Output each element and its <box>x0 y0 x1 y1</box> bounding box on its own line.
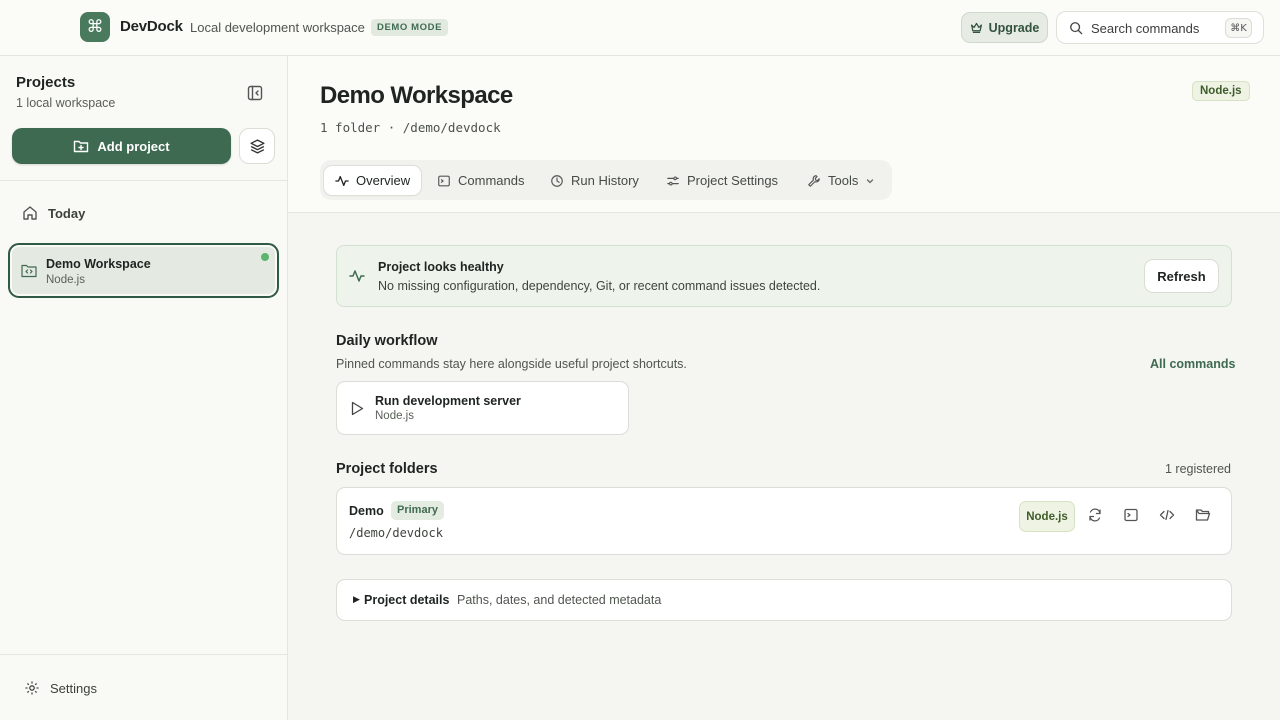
tab-run-history[interactable]: Run History <box>539 166 650 195</box>
top-bar: ⌘ DevDock Local development workspace DE… <box>0 0 1280 56</box>
sidebar-title: Projects <box>16 74 76 91</box>
upgrade-label: Upgrade <box>988 20 1040 35</box>
page-title: Demo Workspace <box>320 82 513 109</box>
wrench-icon <box>807 174 821 188</box>
demo-mode-badge: DEMO MODE <box>371 19 449 36</box>
sidebar-bottom-divider <box>0 654 287 655</box>
primary-badge: Primary <box>391 501 444 520</box>
add-project-label: Add project <box>97 138 170 154</box>
chevron-down-icon <box>865 176 875 186</box>
app-logo[interactable]: ⌘ <box>80 12 110 42</box>
project-folders-title: Project folders <box>336 461 438 477</box>
folder-path: /demo/devdock <box>349 526 443 540</box>
sliders-icon <box>666 174 680 188</box>
tab-commands[interactable]: Commands <box>426 166 535 195</box>
tab-label: Tools <box>828 173 859 188</box>
tab-bar: Overview Commands Run History Project Se… <box>320 160 892 200</box>
health-banner: Project looks healthy No missing configu… <box>336 245 1232 307</box>
clock-icon <box>550 174 564 188</box>
folder-name: Demo <box>349 504 384 518</box>
tab-label: Run History <box>571 173 639 188</box>
folders-count: 1 registered <box>1165 462 1232 476</box>
tab-label: Overview <box>356 173 411 188</box>
search-shortcut-hint: ⌘K <box>1225 18 1252 38</box>
sidebar-item-today[interactable]: Today <box>12 200 276 226</box>
tab-label: Commands <box>458 173 525 188</box>
health-message: No missing configuration, dependency, Gi… <box>378 279 821 293</box>
terminal-icon <box>437 174 451 188</box>
project-details-disclosure[interactable]: ▶ Project details Paths, dates, and dete… <box>336 579 1232 621</box>
details-subtitle: Paths, dates, and detected metadata <box>457 593 662 607</box>
search-icon <box>1069 21 1083 35</box>
terminal-icon[interactable] <box>1123 507 1141 525</box>
sync-icon[interactable] <box>1087 507 1105 525</box>
activity-icon <box>335 174 349 188</box>
sidebar-project-demo-workspace[interactable]: Demo Workspace Node.js <box>8 243 279 298</box>
triangle-right-icon: ▶ <box>353 594 360 604</box>
daily-workflow-subtitle: Pinned commands stay here alongside usef… <box>336 357 687 371</box>
app-name: DevDock <box>120 18 183 35</box>
tab-project-settings[interactable]: Project Settings <box>655 166 789 195</box>
workspace-path: 1 folder · /demo/devdock <box>320 120 501 135</box>
command-search[interactable]: ⌘K <box>1056 11 1264 44</box>
layers-icon <box>249 138 266 155</box>
pinned-command-card[interactable]: Run development server Node.js <box>336 381 629 435</box>
sidebar-item-label: Today <box>48 205 86 221</box>
all-commands-link[interactable]: All commands <box>1150 357 1235 371</box>
pulse-icon <box>349 268 365 284</box>
add-project-button[interactable]: Add project <box>12 128 231 164</box>
gear-icon <box>24 680 40 696</box>
code-icon[interactable] <box>1159 507 1177 525</box>
sidebar-divider <box>0 180 287 181</box>
project-name: Demo Workspace <box>46 257 151 271</box>
daily-workflow-title: Daily workflow <box>336 333 438 349</box>
runtime-badge: Node.js <box>1192 81 1250 101</box>
sidebar: Projects 1 local workspace Add project T… <box>0 56 288 720</box>
refresh-button[interactable]: Refresh <box>1144 259 1219 293</box>
command-runtime: Node.js <box>375 410 414 422</box>
details-title: Project details <box>364 593 450 607</box>
play-icon <box>350 401 364 416</box>
folder-plus-icon <box>73 138 89 154</box>
command-name: Run development server <box>375 394 521 408</box>
crown-icon <box>970 21 983 34</box>
code-folder-icon <box>21 264 37 278</box>
workspace-header: Demo Workspace 1 folder · /demo/devdock … <box>288 56 1280 213</box>
tab-overview[interactable]: Overview <box>324 166 422 195</box>
collapse-sidebar-icon[interactable] <box>246 84 264 102</box>
layers-button[interactable] <box>239 128 275 164</box>
upgrade-button[interactable]: Upgrade <box>961 12 1048 43</box>
app-subtitle: Local development workspace <box>190 20 365 35</box>
health-title: Project looks healthy <box>378 260 504 274</box>
project-status-dot <box>261 253 269 261</box>
home-icon <box>22 205 38 221</box>
project-runtime: Node.js <box>46 274 85 286</box>
overview-content: Project looks healthy No missing configu… <box>288 213 1280 720</box>
folder-runtime-badge: Node.js <box>1019 501 1075 532</box>
folder-open-icon[interactable] <box>1195 507 1213 525</box>
sidebar-item-settings[interactable]: Settings <box>24 678 97 698</box>
tab-tools[interactable]: Tools <box>796 166 886 195</box>
folder-row: Demo Primary /demo/devdock Node.js <box>336 487 1232 555</box>
search-input[interactable] <box>1091 18 1221 38</box>
tab-label: Project Settings <box>687 173 779 188</box>
sidebar-subtitle: 1 local workspace <box>16 96 116 110</box>
settings-label: Settings <box>50 680 97 696</box>
